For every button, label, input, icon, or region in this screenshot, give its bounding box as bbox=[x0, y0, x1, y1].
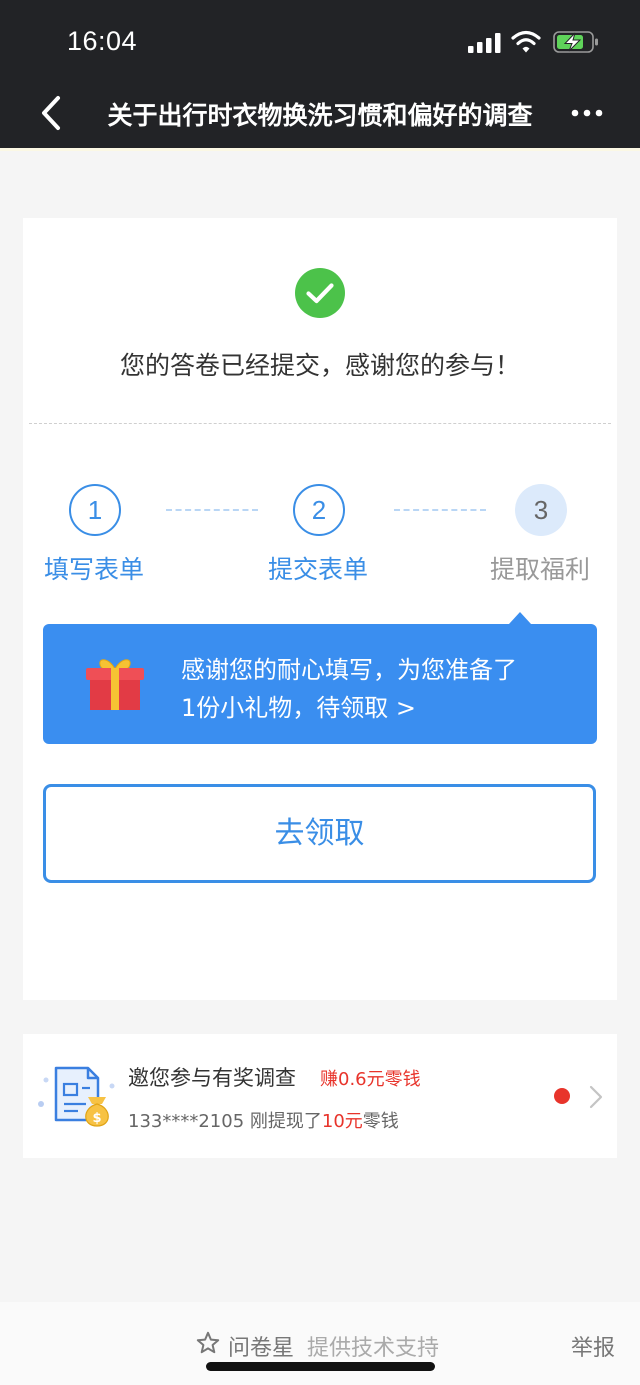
promo-withdraw-notice: 133****2105 刚提现了10元零钱 bbox=[128, 1107, 399, 1133]
back-icon[interactable] bbox=[34, 92, 70, 134]
star-icon bbox=[196, 1331, 220, 1354]
gift-message-line1: 感谢您的耐心填写，为您准备了 bbox=[181, 656, 517, 684]
survey-money-icon: $ bbox=[38, 1066, 115, 1127]
wifi-icon bbox=[511, 30, 541, 53]
page-title: 关于出行时衣物换洗习惯和偏好的调查 bbox=[107, 101, 533, 130]
claim-button[interactable]: 去领取 bbox=[43, 784, 596, 883]
battery-charging-icon bbox=[553, 31, 598, 53]
withdraw-suffix: 零钱 bbox=[362, 1111, 399, 1132]
step-2-label: 提交表单 bbox=[268, 555, 369, 584]
step-connector bbox=[166, 509, 258, 511]
chevron-right-icon[interactable] bbox=[588, 1084, 604, 1110]
withdraw-amount: 10元 bbox=[321, 1111, 363, 1132]
signal-icon bbox=[468, 33, 501, 53]
tech-support-text: 提供技术支持 bbox=[307, 1336, 440, 1361]
gift-message-line2[interactable]: 1份小礼物，待领取 > bbox=[181, 688, 416, 723]
step-3-number: 3 bbox=[515, 484, 567, 536]
section-divider bbox=[29, 423, 611, 424]
brand-name[interactable]: 问卷星 bbox=[228, 1330, 294, 1362]
step-2-number: 2 bbox=[293, 484, 345, 536]
notification-dot bbox=[554, 1088, 570, 1104]
home-indicator bbox=[206, 1362, 435, 1371]
step-1-label: 填写表单 bbox=[44, 555, 145, 584]
check-icon bbox=[295, 268, 345, 318]
step-3-label: 提取福利 bbox=[490, 555, 591, 584]
withdraw-user: 133****2105 刚提现了 bbox=[128, 1111, 322, 1132]
promo-title: 邀您参与有奖调查 bbox=[128, 1066, 296, 1090]
banner-pointer bbox=[509, 612, 531, 624]
gift-icon bbox=[86, 659, 144, 710]
svg-text:$: $ bbox=[92, 1111, 101, 1126]
top-divider bbox=[0, 148, 640, 151]
submit-success-message: 您的答卷已经提交，感谢您的参与！ bbox=[119, 351, 520, 380]
step-1-number: 1 bbox=[69, 484, 121, 536]
promo-earn-amount: 赚0.6元零钱 bbox=[320, 1069, 421, 1090]
step-connector bbox=[394, 509, 486, 511]
report-link[interactable]: 举报 bbox=[571, 1330, 615, 1362]
status-time: 16:04 bbox=[67, 26, 138, 56]
more-icon[interactable] bbox=[566, 100, 608, 126]
